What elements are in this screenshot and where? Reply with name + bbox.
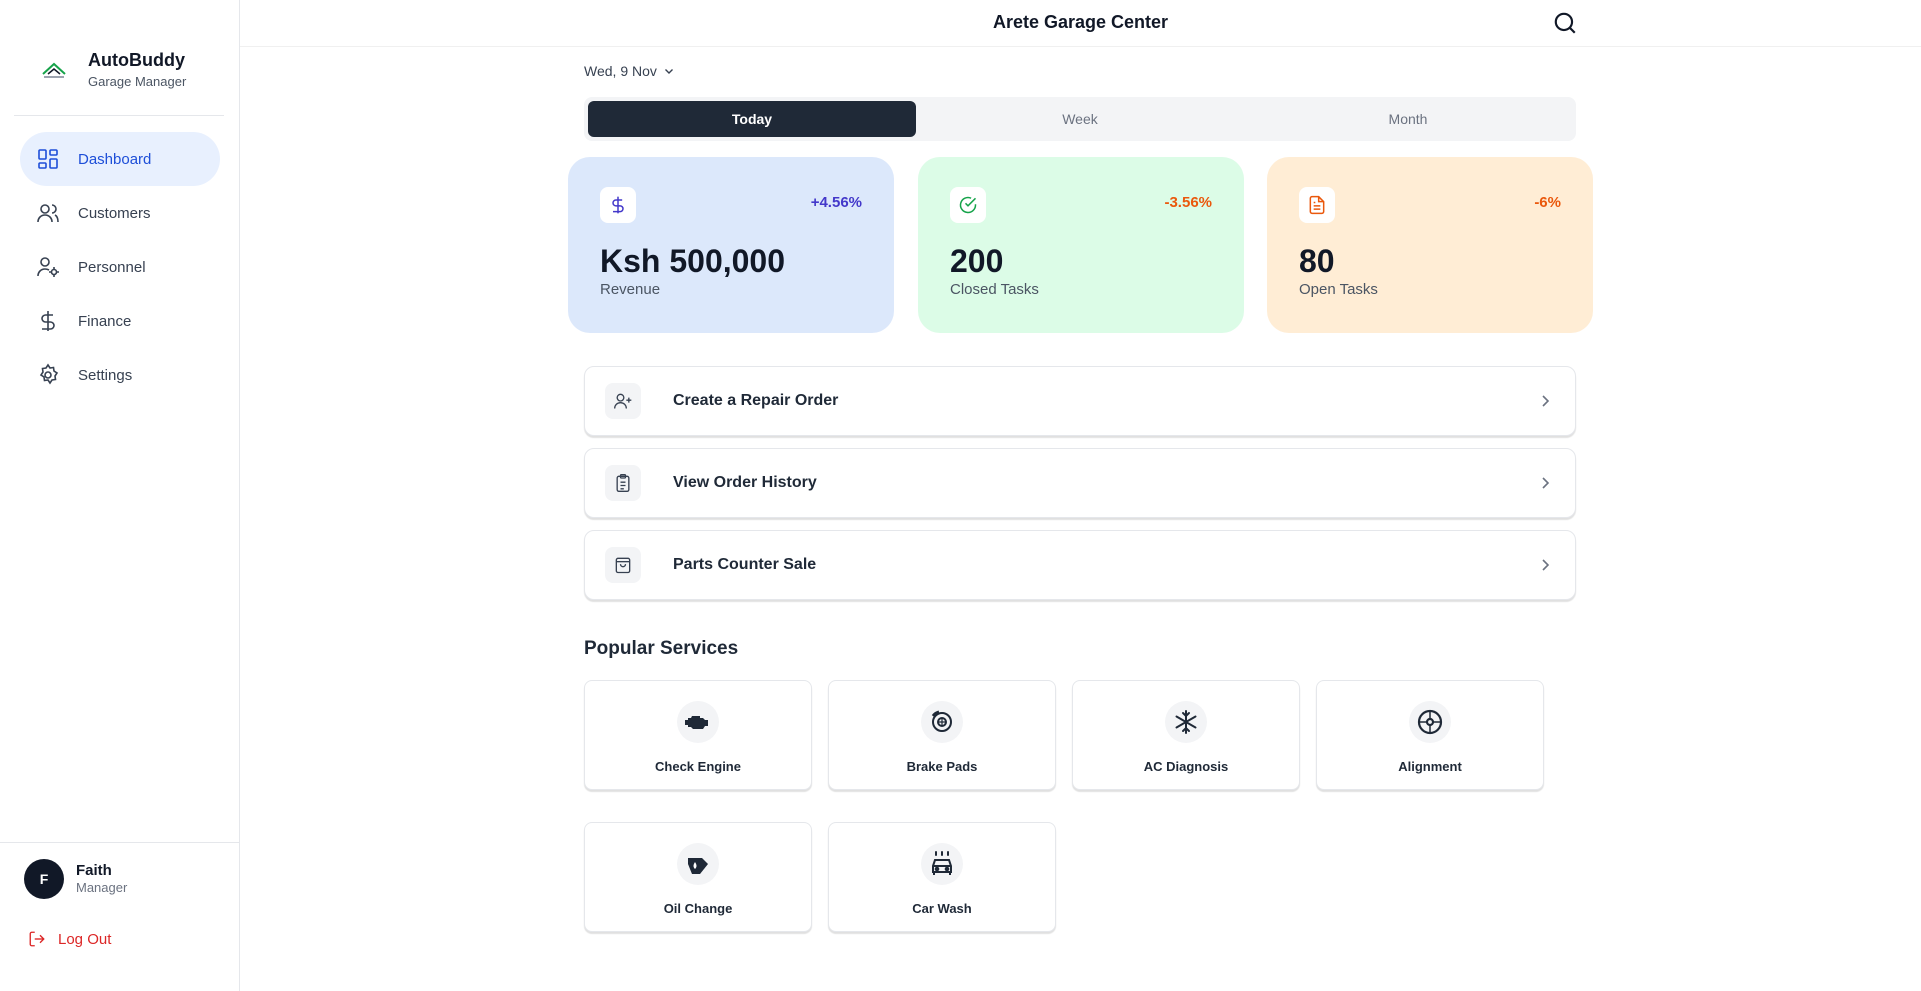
stat-card-revenue: +4.56% Ksh 500,000 Revenue bbox=[568, 157, 894, 333]
sidebar: AutoBuddy Garage Manager Dashboard Custo… bbox=[0, 0, 240, 991]
divider bbox=[0, 842, 240, 843]
user-role: Manager bbox=[76, 880, 128, 895]
sidebar-item-label: Dashboard bbox=[78, 150, 152, 168]
stat-value: 80 bbox=[1299, 243, 1335, 279]
brand-logo bbox=[36, 52, 72, 88]
logout-button[interactable]: Log Out bbox=[28, 930, 111, 948]
brand-name: AutoBuddy bbox=[88, 50, 185, 70]
wheel-icon bbox=[1409, 701, 1451, 743]
sidebar-item-settings[interactable]: Settings bbox=[20, 348, 220, 402]
service-label: Alignment bbox=[1398, 759, 1462, 774]
top-bar: Arete Garage Center bbox=[240, 0, 1921, 47]
shopping-bag-icon bbox=[605, 547, 641, 583]
create-repair-order-button[interactable]: Create a Repair Order bbox=[584, 366, 1576, 436]
tab-month[interactable]: Month bbox=[1244, 101, 1572, 137]
section-title: Popular Services bbox=[584, 638, 739, 659]
document-icon bbox=[1299, 187, 1335, 223]
tab-week[interactable]: Week bbox=[916, 101, 1244, 137]
chevron-right-icon bbox=[1542, 559, 1550, 571]
sidebar-item-dashboard[interactable]: Dashboard bbox=[20, 132, 220, 186]
search-icon[interactable] bbox=[1552, 10, 1578, 36]
date-selector-value: Wed, 9 Nov bbox=[584, 63, 657, 79]
user-plus-icon bbox=[605, 383, 641, 419]
parts-counter-sale-button[interactable]: Parts Counter Sale bbox=[584, 530, 1576, 600]
action-label: Create a Repair Order bbox=[673, 392, 839, 409]
users-icon bbox=[36, 201, 60, 225]
stat-change: -3.56% bbox=[1164, 194, 1212, 211]
stat-label: Closed Tasks bbox=[950, 281, 1039, 298]
service-label: Car Wash bbox=[912, 901, 972, 916]
logout-label: Log Out bbox=[58, 930, 112, 948]
dollar-icon bbox=[36, 309, 60, 333]
sidebar-item-label: Finance bbox=[78, 312, 132, 330]
snowflake-icon bbox=[1165, 701, 1207, 743]
car-wash-icon bbox=[921, 843, 963, 885]
action-label: Parts Counter Sale bbox=[673, 556, 817, 573]
sidebar-item-personnel[interactable]: Personnel bbox=[20, 240, 220, 294]
brand-subtitle: Garage Manager bbox=[88, 74, 187, 89]
avatar: F bbox=[24, 859, 64, 899]
action-label: View Order History bbox=[673, 474, 817, 491]
chevron-right-icon bbox=[1542, 477, 1550, 489]
service-label: Brake Pads bbox=[906, 759, 978, 774]
oil-can-icon bbox=[677, 843, 719, 885]
service-check-engine[interactable]: Check Engine bbox=[584, 680, 812, 790]
service-label: AC Diagnosis bbox=[1143, 759, 1229, 774]
stat-value: Ksh 500,000 bbox=[600, 243, 786, 279]
gear-icon bbox=[36, 363, 60, 387]
stat-card-open-tasks: -6% 80 Open Tasks bbox=[1267, 157, 1593, 333]
service-label: Check Engine bbox=[655, 759, 741, 774]
page-title: Arete Garage Center bbox=[992, 12, 1169, 32]
service-label: Oil Change bbox=[663, 901, 733, 916]
service-ac-diagnosis[interactable]: AC Diagnosis bbox=[1072, 680, 1300, 790]
sidebar-item-label: Settings bbox=[78, 366, 133, 384]
service-car-wash[interactable]: Car Wash bbox=[828, 822, 1056, 932]
engine-icon bbox=[677, 701, 719, 743]
service-alignment[interactable]: Alignment bbox=[1316, 680, 1544, 790]
user-gear-icon bbox=[36, 255, 60, 279]
stat-change: +4.56% bbox=[810, 194, 862, 211]
divider bbox=[14, 115, 224, 116]
brand[interactable]: AutoBuddy Garage Manager bbox=[36, 46, 186, 94]
date-selector[interactable]: Wed, 9 Nov bbox=[584, 63, 675, 79]
sidebar-item-label: Personnel bbox=[78, 258, 146, 276]
stat-card-closed-tasks: -3.56% 200 Closed Tasks bbox=[918, 157, 1244, 333]
sidebar-nav: Dashboard Customers Personnel Finance Se… bbox=[20, 132, 220, 402]
stat-label: Revenue bbox=[600, 281, 661, 298]
tab-today[interactable]: Today bbox=[588, 101, 916, 137]
service-oil-change[interactable]: Oil Change bbox=[584, 822, 812, 932]
sidebar-item-customers[interactable]: Customers bbox=[20, 186, 220, 240]
user-profile[interactable]: F Faith Manager bbox=[24, 859, 127, 899]
brake-icon bbox=[921, 701, 963, 743]
stat-value: 200 bbox=[950, 243, 1004, 279]
sidebar-item-label: Customers bbox=[78, 204, 151, 222]
service-brake-pads[interactable]: Brake Pads bbox=[828, 680, 1056, 790]
clipboard-icon bbox=[605, 465, 641, 501]
dollar-icon bbox=[600, 187, 636, 223]
dashboard-icon bbox=[36, 147, 60, 171]
period-tabs: Today Week Month bbox=[584, 97, 1576, 141]
chevron-down-icon bbox=[664, 69, 673, 74]
sidebar-item-finance[interactable]: Finance bbox=[20, 294, 220, 348]
check-circle-icon bbox=[950, 187, 986, 223]
view-order-history-button[interactable]: View Order History bbox=[584, 448, 1576, 518]
chevron-right-icon bbox=[1542, 395, 1550, 407]
user-name: Faith bbox=[76, 862, 112, 879]
logout-icon bbox=[29, 931, 45, 947]
stat-change: -6% bbox=[1534, 194, 1561, 211]
stat-label: Open Tasks bbox=[1299, 281, 1378, 298]
